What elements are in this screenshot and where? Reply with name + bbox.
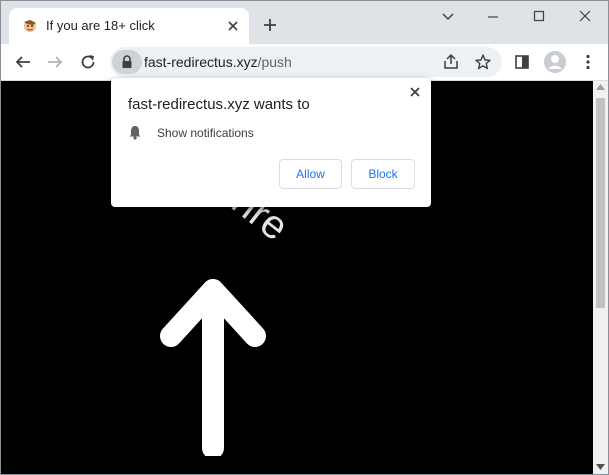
new-tab-icon[interactable] (262, 17, 278, 33)
window-close-icon[interactable] (570, 7, 600, 27)
allow-button[interactable]: Allow (279, 159, 342, 189)
side-panel-icon[interactable] (513, 53, 531, 71)
notification-permission-popup: fast-redirectus.xyz wants to Show notifi… (111, 78, 431, 207)
popup-title: fast-redirectus.xyz wants to (128, 96, 310, 113)
scroll-down-arrow-icon[interactable] (596, 464, 605, 470)
url-text[interactable]: fast-redirectus.xyz/push (144, 54, 292, 70)
scroll-up-arrow-icon[interactable] (596, 84, 605, 90)
tab-active[interactable]: If you are 18+ click (9, 8, 249, 44)
menu-kebab-icon[interactable] (579, 53, 597, 71)
scrollbar[interactable] (593, 81, 608, 474)
tab-search-chevron-icon[interactable] (433, 7, 463, 27)
scrollbar-thumb[interactable] (596, 98, 605, 308)
lock-icon (122, 55, 132, 68)
bookmark-star-icon[interactable] (474, 53, 492, 71)
forward-arrow-icon[interactable] (46, 53, 64, 71)
tab-strip: If you are 18+ click (1, 1, 608, 44)
back-arrow-icon[interactable] (14, 53, 32, 71)
site-info-button[interactable] (112, 50, 142, 74)
url-path: /push (257, 54, 292, 70)
popup-close-icon[interactable] (408, 85, 422, 99)
block-button[interactable]: Block (351, 159, 415, 189)
share-icon[interactable] (442, 53, 460, 71)
cartoon-favicon-icon (24, 20, 36, 32)
permission-label: Show notifications (157, 126, 254, 140)
tab-close-icon[interactable] (226, 19, 240, 33)
minimize-icon[interactable] (478, 7, 508, 27)
bell-icon (129, 126, 141, 140)
tab-title: If you are 18+ click (46, 18, 155, 33)
toolbar: fast-redirectus.xyz/push (1, 44, 608, 81)
address-bar[interactable]: fast-redirectus.xyz/push (110, 47, 502, 77)
maximize-icon[interactable] (524, 7, 554, 27)
reload-icon[interactable] (79, 53, 97, 71)
up-arrow-icon (160, 279, 266, 456)
url-domain: fast-redirectus.xyz (144, 54, 258, 70)
profile-avatar-icon[interactable] (543, 50, 567, 74)
browser-window: If you are 18+ click fast-redirectus.xyz… (0, 0, 609, 475)
